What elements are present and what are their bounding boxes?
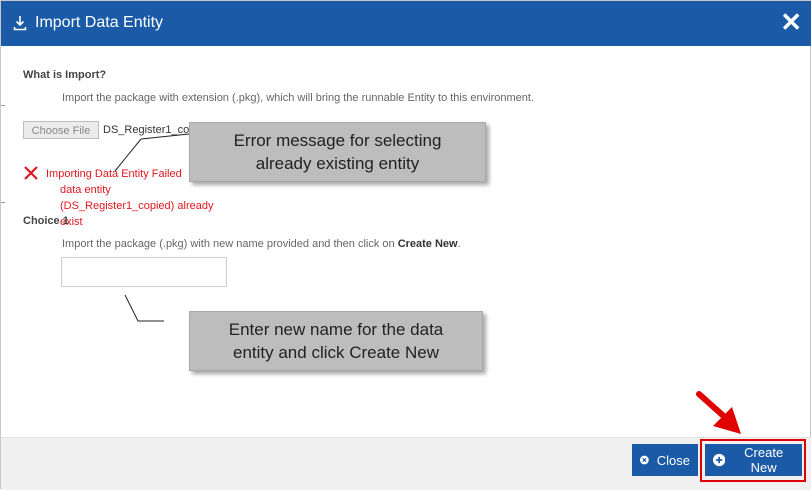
callout-leader-line [140,133,190,140]
annotation-overlay [114,133,741,434]
error-callout: Error message for selecting already exis… [189,122,486,182]
error-callout-line-1: Error message for selecting [233,131,442,150]
name-callout-line-2: entity and click Create New [233,343,439,362]
red-arrow-icon [696,391,741,434]
import-dialog: Import Data Entity ✕ What is Import? Imp… [0,0,811,490]
callout-leader-line [114,138,142,172]
callout-leader-line [124,294,164,322]
error-callout-line-2: already existing entity [255,154,420,173]
name-callout-line-1: Enter new name for the data [228,320,444,339]
name-callout: Enter new name for the data entity and c… [189,311,483,371]
